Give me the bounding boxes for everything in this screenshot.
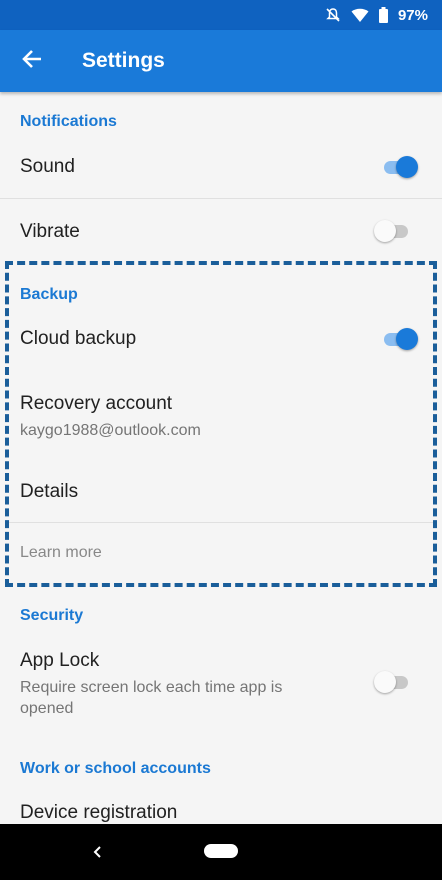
app-lock-label: App Lock (20, 650, 100, 671)
learn-more-link[interactable]: Learn more (20, 544, 102, 562)
wifi-icon (351, 7, 369, 23)
section-header-notifications: Notifications (20, 113, 117, 130)
vibrate-toggle[interactable] (374, 218, 412, 244)
nav-back-button[interactable] (86, 840, 110, 864)
switch-thumb (396, 328, 418, 350)
page-title: Settings (82, 49, 165, 72)
back-button[interactable] (0, 30, 64, 92)
system-nav-bar (0, 824, 442, 880)
chevron-left-icon (93, 846, 101, 858)
divider (5, 522, 437, 523)
section-header-security: Security (20, 607, 84, 624)
sound-label: Sound (20, 156, 75, 177)
section-header-work-accounts: Work or school accounts (20, 760, 211, 777)
cloud-backup-toggle[interactable] (382, 326, 420, 352)
bell-off-icon (325, 7, 341, 23)
switch-thumb (374, 220, 396, 242)
app-bar: Settings (0, 30, 442, 92)
sound-toggle[interactable] (382, 154, 420, 180)
recovery-account-row[interactable] (0, 378, 442, 454)
recovery-account-label: Recovery account (20, 393, 173, 414)
status-bar: 97% (0, 0, 442, 30)
vibrate-label: Vibrate (20, 221, 80, 242)
nav-home-pill[interactable] (204, 844, 238, 858)
app-lock-description: Require screen lock each time app is ope… (20, 679, 283, 717)
battery-icon (378, 7, 388, 23)
switch-thumb (374, 671, 396, 693)
recovery-account-email: kaygo1988@outlook.com (20, 422, 201, 439)
device-registration-label: Device registration (20, 802, 178, 823)
section-header-backup: Backup (20, 286, 78, 303)
battery-percentage: 97% (397, 6, 428, 24)
details-label: Details (20, 481, 79, 502)
arrow-left-icon (21, 48, 43, 75)
switch-thumb (396, 156, 418, 178)
cloud-backup-label: Cloud backup (20, 328, 137, 349)
app-lock-toggle[interactable] (374, 669, 412, 695)
